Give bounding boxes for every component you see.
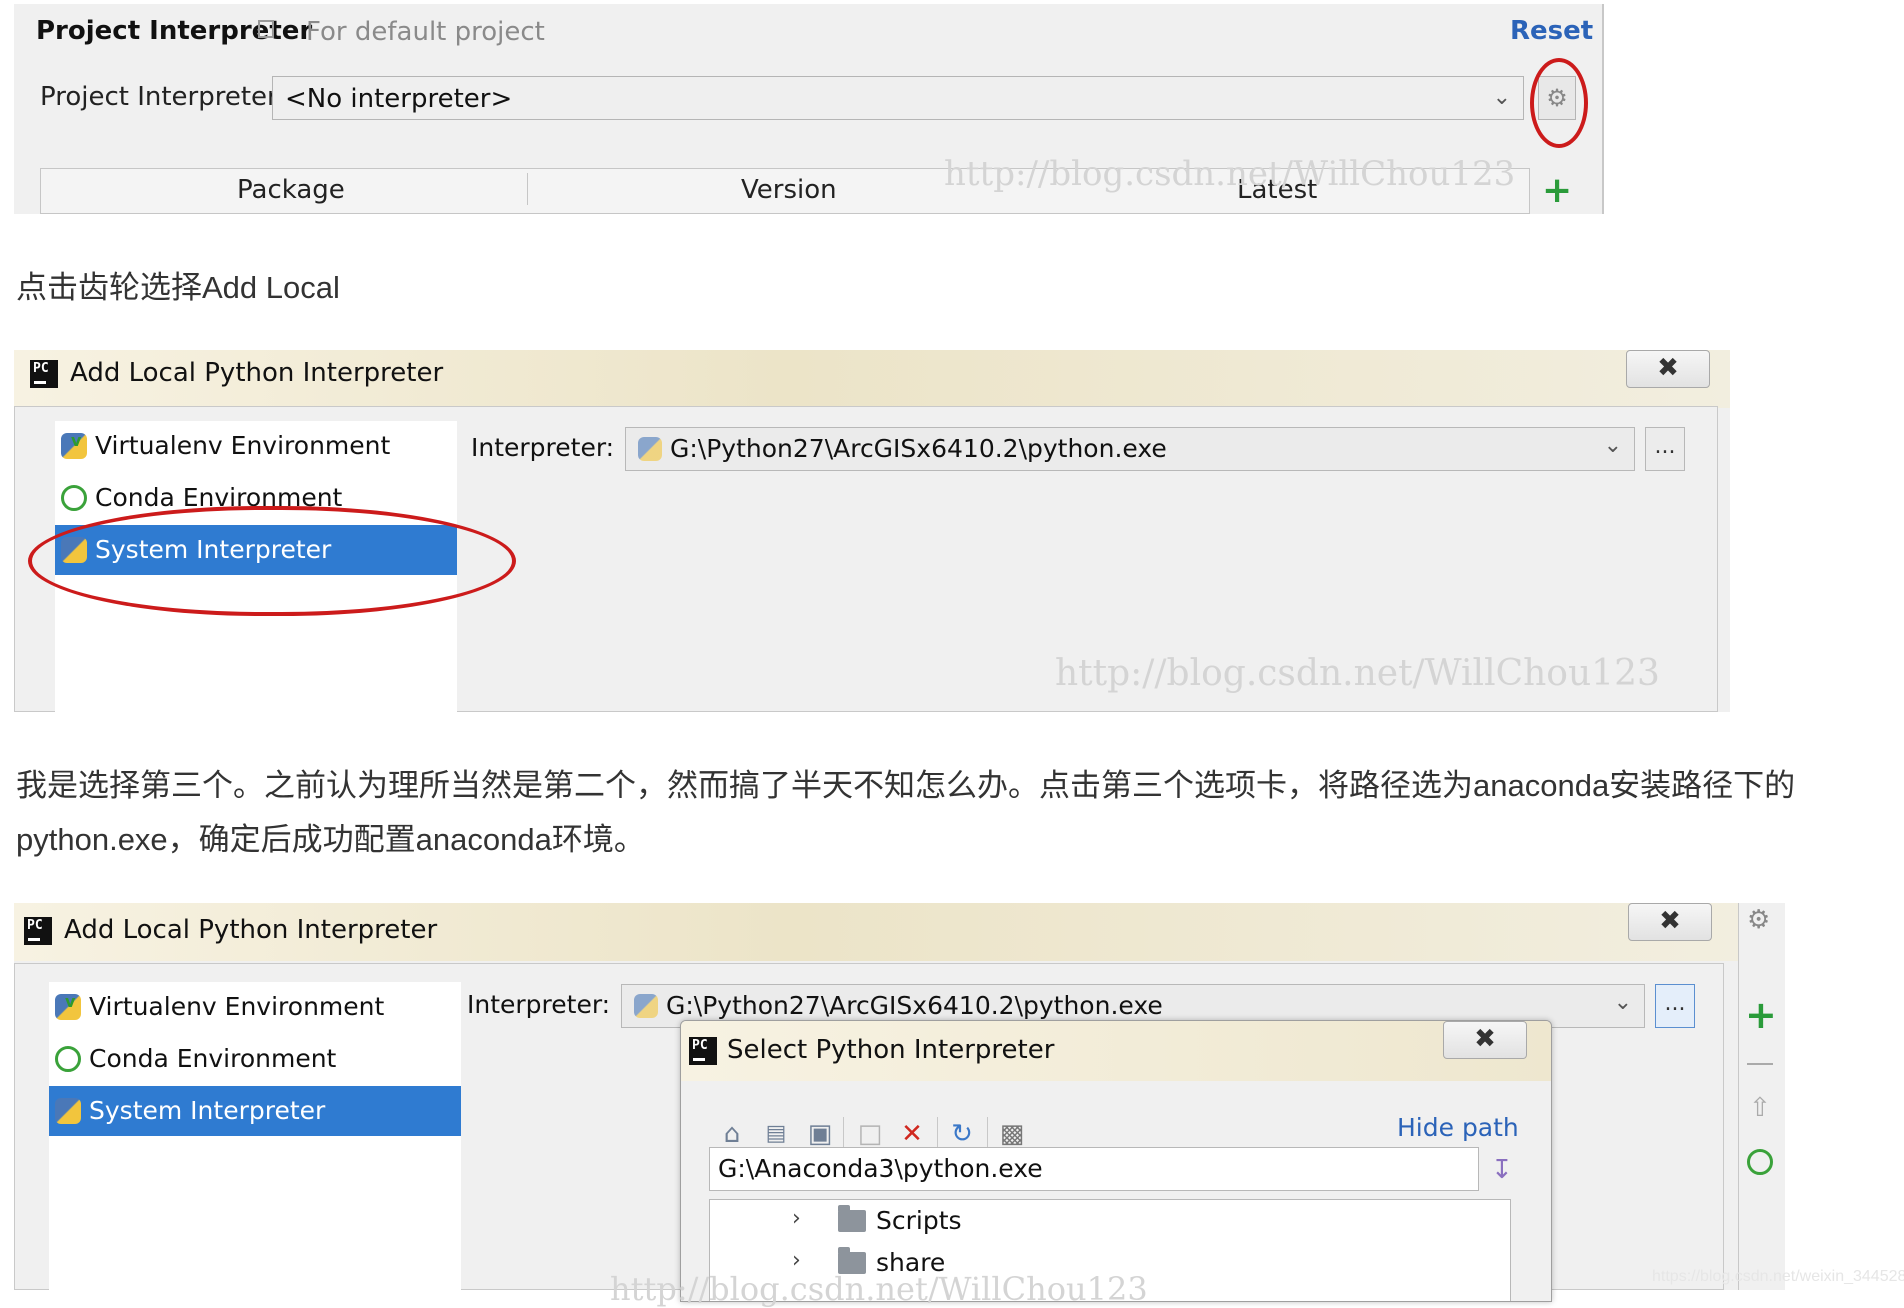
env-option-virtualenv[interactable]: v Virtualenv Environment xyxy=(55,421,457,471)
column-header-latest: Latest xyxy=(1237,175,1318,205)
pycharm-logo-icon: PC xyxy=(24,917,52,945)
project-interpreter-screenshot: Project Interpreter For default project … xyxy=(14,4,1604,214)
plus-icon[interactable]: + xyxy=(1542,170,1572,211)
upgrade-arrow-icon[interactable]: ⇧ xyxy=(1749,1093,1771,1123)
interpreter-label: Project Interpreter: xyxy=(40,82,287,112)
close-button[interactable]: ✖ xyxy=(1443,1021,1527,1059)
gear-icon[interactable]: ⚙ xyxy=(1747,905,1770,935)
python-icon xyxy=(634,994,658,1018)
interpreter-select-value: G:\Python27\ArcGISx6410.2\python.exe xyxy=(666,991,1163,1020)
new-folder-icon[interactable]: □ xyxy=(855,1119,885,1149)
project-icon[interactable]: ▣ xyxy=(805,1119,835,1149)
select-python-interpreter-dialog: PC Select Python Interpreter ✖ ⌂ ▤ ▣ □ ✕… xyxy=(680,1020,1552,1302)
home-icon[interactable]: ⌂ xyxy=(717,1119,747,1149)
conda-icon xyxy=(61,485,87,511)
column-header-version: Version xyxy=(741,175,837,205)
tree-item-share[interactable]: › share xyxy=(710,1242,1510,1284)
column-divider xyxy=(527,173,528,205)
env-option-system[interactable]: System Interpreter xyxy=(49,1086,461,1136)
env-option-conda[interactable]: Conda Environment xyxy=(49,1034,461,1084)
plus-icon[interactable]: + xyxy=(1745,993,1777,1037)
file-tree: › Scripts › share xyxy=(709,1199,1511,1301)
caption-2-line-2: python.exe，确定后成功配置anaconda环境。 xyxy=(16,822,645,857)
interpreter-select-value: G:\Python27\ArcGISx6410.2\python.exe xyxy=(670,434,1167,463)
drop-file-icon[interactable]: ↧ xyxy=(1491,1155,1513,1185)
caption-1: 点击齿轮选择Add Local xyxy=(16,270,340,305)
interpreter-label: Interpreter: xyxy=(467,990,611,1019)
add-local-interpreter-dialog: PC Add Local Python Interpreter ✖ v Virt… xyxy=(14,350,1730,712)
path-input-value: G:\Anaconda3\python.exe xyxy=(718,1154,1043,1183)
folder-icon xyxy=(838,1247,866,1274)
settings-side-toolbar: ⚙ + ⇧ xyxy=(1738,903,1785,1290)
environment-list: v Virtualenv Environment Conda Environme… xyxy=(49,982,461,1290)
pycharm-logo-icon: PC xyxy=(689,1037,717,1065)
chevron-right-icon[interactable]: › xyxy=(792,1206,801,1231)
folder-icon xyxy=(838,1205,866,1232)
chevron-down-icon: ⌄ xyxy=(1603,433,1622,458)
interpreter-select-value: <No interpreter> xyxy=(285,84,513,114)
watermark: http://blog.csdn.net/WillChou123 xyxy=(1055,653,1660,694)
desktop-icon[interactable]: ▤ xyxy=(761,1119,791,1149)
default-project-label: For default project xyxy=(306,17,545,47)
tree-item-label: share xyxy=(876,1248,946,1277)
packages-table-header: Package Version Latest xyxy=(40,168,1530,214)
red-highlight-circle xyxy=(1530,58,1588,148)
chevron-right-icon[interactable]: › xyxy=(792,1248,801,1273)
reset-link[interactable]: Reset xyxy=(1510,16,1593,46)
refresh-icon[interactable]: ↻ xyxy=(947,1119,977,1149)
sub-dialog-title: Select Python Interpreter xyxy=(727,1035,1055,1065)
caption-2-line-1: 我是选择第三个。之前认为理所当然是第二个，然而搞了半天不知怎么办。点击第三个选项… xyxy=(16,768,1796,803)
tree-item-label: Scripts xyxy=(876,1206,962,1235)
tree-item-scripts[interactable]: › Scripts xyxy=(710,1200,1510,1242)
env-option-label: Virtualenv Environment xyxy=(89,992,385,1021)
python-icon xyxy=(55,1098,81,1124)
env-option-label: Conda Environment xyxy=(89,1044,337,1073)
red-highlight-circle xyxy=(28,506,516,616)
chevron-down-icon: ⌄ xyxy=(1613,990,1632,1015)
conda-toggle-icon[interactable] xyxy=(1747,1149,1773,1175)
env-option-label: Virtualenv Environment xyxy=(95,431,391,460)
interpreter-select[interactable]: <No interpreter> ⌄ xyxy=(272,76,1524,120)
env-option-label: System Interpreter xyxy=(89,1096,326,1125)
copy-icon xyxy=(258,20,274,38)
close-button[interactable]: ✖ xyxy=(1626,350,1710,388)
interpreter-label: Interpreter: xyxy=(471,433,615,462)
interpreter-select[interactable]: G:\Python27\ArcGISx6410.2\python.exe ⌄ xyxy=(625,427,1635,471)
browse-button[interactable]: ... xyxy=(1655,984,1695,1028)
delete-icon[interactable]: ✕ xyxy=(897,1119,927,1149)
pycharm-logo-icon: PC xyxy=(30,360,58,388)
python-icon xyxy=(638,437,662,461)
env-option-virtualenv[interactable]: v Virtualenv Environment xyxy=(49,982,461,1032)
column-header-package: Package xyxy=(237,175,345,205)
dialog-title: Add Local Python Interpreter xyxy=(70,358,444,388)
path-input[interactable]: G:\Anaconda3\python.exe xyxy=(709,1147,1479,1191)
browse-button[interactable]: ... xyxy=(1645,427,1685,471)
chevron-down-icon: ⌄ xyxy=(1492,85,1511,110)
conda-icon xyxy=(55,1046,81,1072)
close-button[interactable]: ✖ xyxy=(1628,903,1712,941)
show-hidden-icon[interactable]: ▩ xyxy=(997,1119,1027,1149)
dialog-title: Add Local Python Interpreter xyxy=(64,915,438,945)
hide-path-link[interactable]: Hide path xyxy=(1397,1113,1519,1142)
corner-watermark: https://blog.csdn.net/weixin_34452843 xyxy=(1652,1268,1904,1285)
minus-icon[interactable] xyxy=(1747,1063,1773,1065)
